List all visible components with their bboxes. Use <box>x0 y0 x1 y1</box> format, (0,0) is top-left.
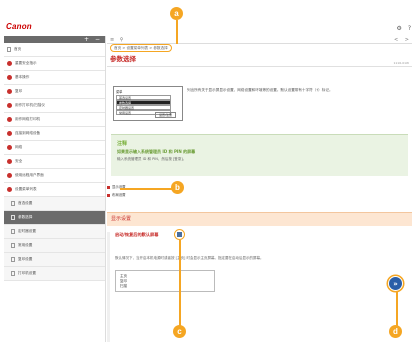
gear-icon[interactable]: ⚙ <box>397 25 402 32</box>
expand-section-icon[interactable] <box>174 229 185 240</box>
section-heading: 显示设置 <box>107 212 412 226</box>
sidebar-item[interactable]: 首页 <box>4 43 105 57</box>
breadcrumb-row: 首页 > 设置菜单列表 > 参数选择 <box>107 44 412 53</box>
content-toolbar: ≡ ⚲ < > <box>107 36 412 44</box>
chapter-icon <box>7 103 12 108</box>
canon-logo: Canon <box>6 22 32 31</box>
link-bullet-icon <box>107 193 110 197</box>
help-icon[interactable]: ? <box>408 25 411 32</box>
sidebar-item[interactable]: 打印机设置 <box>4 267 105 281</box>
page-title: 参数选择 1116-01W <box>107 53 412 67</box>
sidebar-item[interactable]: 参数选择 <box>4 211 105 225</box>
sub-heading: 启动/恢复后的默认屏幕 <box>115 232 159 237</box>
page-icon <box>11 215 15 220</box>
sidebar-item-label: 网络 <box>15 145 23 149</box>
sidebar-item-label: 首选设置 <box>18 201 33 205</box>
callout-b: b <box>171 181 184 194</box>
sidebar-item[interactable]: 首选设置 <box>4 197 105 211</box>
screen-menu-row: 定时器设置 <box>116 105 171 110</box>
chapter-icon <box>7 89 12 94</box>
intro-text: 列出所有关于显示屏显示设置、网络设置和环境等的设置。默认设置带有十字符（†）标记… <box>187 88 333 92</box>
sidebar-item-label: 定时器设置 <box>18 229 36 233</box>
sidebar-item-label: 参数选择 <box>18 215 33 219</box>
sidebar-toolbar: + − <box>4 36 105 43</box>
screen-button: 设置/注册 <box>154 112 176 118</box>
options-box: 主页 复印 扫描 <box>115 270 215 292</box>
expand-all-icon[interactable]: + <box>84 36 89 43</box>
callout-d: d <box>389 325 402 338</box>
page-icon <box>11 243 15 248</box>
sidebar-item-label: 连接到网络设备 <box>15 131 41 135</box>
sidebar-item[interactable]: 设置菜单列表 <box>4 183 105 197</box>
chapter-icon <box>7 131 12 136</box>
callout-c: c <box>173 325 186 338</box>
screen-menu-row: 首选设置 <box>116 95 171 100</box>
sidebar-item-label: 重要安全指示 <box>15 61 37 65</box>
sidebar-item[interactable]: 复印 <box>4 85 105 99</box>
screen-title: 菜单 <box>116 90 123 94</box>
chapter-icon <box>7 173 12 178</box>
screen-menu-row: 参数选择 <box>116 100 171 105</box>
sidebar-item[interactable]: 使用远程用户界面 <box>4 169 105 183</box>
chevron-up-icon: » <box>393 279 398 288</box>
page-icon <box>11 229 15 234</box>
note-title: 注释 <box>117 141 128 147</box>
collapse-all-icon[interactable]: − <box>95 36 100 43</box>
sidebar-item-label: 常用设置 <box>18 243 33 247</box>
sidebar-item-label: 用作打印机/扫描仪 <box>15 103 45 107</box>
chapter-icon <box>7 75 12 80</box>
sidebar-item-label: 复印 <box>15 89 23 93</box>
chapter-icon <box>7 159 12 164</box>
page-icon <box>11 257 15 262</box>
callout-d-line <box>396 292 398 326</box>
next-page-button[interactable]: > <box>405 37 409 43</box>
sidebar-item[interactable]: 用作打印机/扫描仪 <box>4 99 105 113</box>
screen-image: 菜单 首选设置 参数选择 定时器设置 常用设置 设置/注册 <box>113 86 183 121</box>
sidebar-item[interactable]: 定时器设置 <box>4 225 105 239</box>
sidebar-item[interactable]: 复印设置 <box>4 253 105 267</box>
document-id: 1116-01W <box>393 61 409 65</box>
callout-a: a <box>170 7 183 20</box>
chapter-icon <box>7 117 12 122</box>
sidebar-item[interactable]: 安全 <box>4 155 105 169</box>
section-strip <box>107 232 110 342</box>
callout-a-line <box>176 20 178 44</box>
chapter-icon <box>7 145 12 150</box>
menu-icon[interactable]: ≡ <box>110 37 114 43</box>
link-bullet-icon <box>107 185 110 189</box>
sidebar-item-label: 复印设置 <box>18 257 33 261</box>
sidebar-item-label: 使用远程用户界面 <box>15 173 44 177</box>
scroll-to-top-button[interactable]: » <box>388 276 403 291</box>
sidebar-item-label: 打印机设置 <box>18 271 36 275</box>
page-icon <box>7 47 11 52</box>
callout-c-line <box>179 240 181 326</box>
sidebar-item[interactable]: 基本操作 <box>4 71 105 85</box>
sidebar-item-label: 安全 <box>15 159 23 163</box>
sidebar-item-label: 用作网络打印机 <box>15 117 41 121</box>
header: Canon ⚙ ? <box>0 0 419 36</box>
option-item: 扫描 <box>120 284 127 288</box>
prev-page-button[interactable]: < <box>394 37 398 43</box>
sidebar-item-label: 首页 <box>14 47 22 51</box>
note-body: 输入系统管理员 ID 和 PIN，然后按 [登录]。 <box>117 157 187 161</box>
note-heading: 如果显示输入系统管理员 ID 和 PIN 的屏幕 <box>117 149 196 154</box>
sidebar-item[interactable]: 网络 <box>4 141 105 155</box>
page-icon <box>11 201 15 206</box>
sidebar: + − 首页重要安全指示 基本操作复印用作打印机/扫描仪 用作网络打印机 连接到网络设… <box>4 36 106 342</box>
sidebar-item[interactable]: 重要安全指示 <box>4 57 105 71</box>
sidebar-item[interactable]: 连接到网络设备 <box>4 127 105 141</box>
page-icon <box>11 271 15 276</box>
chapter-icon <box>7 187 12 192</box>
callout-b-line <box>120 188 172 190</box>
link-layout-settings[interactable]: 布局设置 <box>107 192 126 197</box>
sidebar-item-label: 设置菜单列表 <box>15 187 37 191</box>
breadcrumb[interactable]: 首页 > 设置菜单列表 > 参数选择 <box>110 44 172 52</box>
note-box: 注释 如果显示输入系统管理员 ID 和 PIN 的屏幕 输入系统管理员 ID 和… <box>111 134 408 176</box>
sidebar-item-label: 基本操作 <box>15 75 30 79</box>
search-icon[interactable]: ⚲ <box>120 37 124 43</box>
chapter-icon <box>7 61 12 66</box>
sidebar-item[interactable]: 用作网络打印机 <box>4 113 105 127</box>
sidebar-item[interactable]: 常用设置 <box>4 239 105 253</box>
sub-body: 默认情况下，当开启本机电源时或者按 [主页] 时会显示主页屏幕。指定要在启动后显… <box>115 256 264 260</box>
